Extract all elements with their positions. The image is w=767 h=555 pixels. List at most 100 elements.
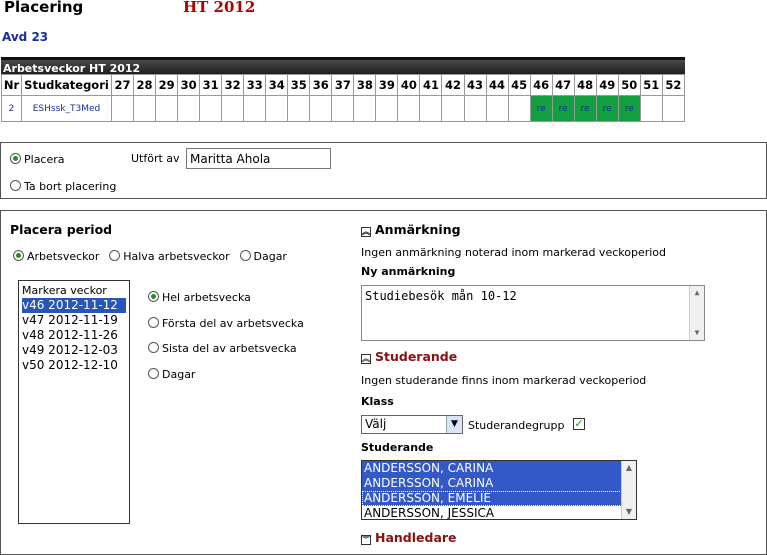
list-item[interactable]: v47 2012-11-19: [22, 313, 126, 328]
week-cell[interactable]: [441, 95, 465, 122]
expand-down-icon[interactable]: ︾: [361, 535, 371, 545]
week-cell[interactable]: [353, 95, 377, 122]
part-forsta[interactable]: Första del av arbetsvecka: [148, 311, 304, 337]
part-hel[interactable]: Hel arbetsvecka: [148, 285, 304, 311]
week-header: 33: [243, 74, 267, 96]
part-dagar[interactable]: Dagar: [148, 362, 304, 388]
week-cell[interactable]: re: [595, 95, 619, 122]
week-header: 38: [353, 74, 377, 96]
week-cell[interactable]: re: [573, 95, 597, 122]
students-header[interactable]: ︽ Studerande: [361, 349, 457, 364]
week-cell[interactable]: [331, 95, 355, 122]
week-cell[interactable]: [155, 95, 179, 122]
students-info: Ingen studerande finns inom markerad vec…: [361, 374, 647, 387]
remove-radio[interactable]: [10, 180, 21, 191]
page-title: Placering: [4, 0, 84, 16]
week-cell[interactable]: re: [551, 95, 575, 122]
table-row[interactable]: 2 ESHssk_T3Med re re re re re: [1, 95, 686, 122]
student-list[interactable]: ANDERSSON, CARINA ANDERSSON, CARINA ANDE…: [361, 460, 637, 520]
week-cell[interactable]: [463, 95, 487, 122]
week-header: 40: [397, 74, 421, 96]
textarea-scrollbar[interactable]: ▲ ▼: [689, 286, 704, 340]
class-select[interactable]: Välj ▼: [361, 415, 463, 434]
week-cell[interactable]: [507, 95, 531, 122]
week-header: 35: [287, 74, 311, 96]
week-header: 49: [595, 74, 619, 96]
place-radio[interactable]: [10, 153, 21, 164]
week-table-caption: Arbetsveckor HT 2012: [1, 57, 685, 75]
week-cell[interactable]: [661, 95, 686, 122]
week-cell[interactable]: [133, 95, 157, 122]
week-header: 41: [419, 74, 443, 96]
performed-by-label: Utfört av: [131, 152, 180, 165]
supervisor-header[interactable]: ︾ Handledare: [361, 530, 457, 545]
week-list[interactable]: Markera veckor v46 2012-11-12 v47 2012-1…: [18, 280, 130, 524]
week-cell[interactable]: [221, 95, 245, 122]
week-header: 47: [551, 74, 575, 96]
week-cell[interactable]: [199, 95, 223, 122]
remove-option[interactable]: Ta bort placering: [10, 179, 116, 193]
term-label: HT 2012: [183, 0, 256, 16]
sista-radio[interactable]: [148, 342, 159, 353]
row-nr: 2: [1, 95, 22, 122]
week-cell[interactable]: [397, 95, 421, 122]
forsta-radio[interactable]: [148, 316, 159, 328]
week-cell[interactable]: [265, 95, 289, 122]
list-item[interactable]: ANDERSSON, JESSICA: [362, 506, 636, 519]
performed-by-input[interactable]: [186, 148, 331, 169]
week-cell[interactable]: re: [529, 95, 553, 122]
week-header: 37: [331, 74, 355, 96]
arbetsveckor-radio[interactable]: [13, 250, 24, 261]
week-header: 29: [155, 74, 179, 96]
week-cell[interactable]: re: [617, 95, 641, 122]
list-item[interactable]: v48 2012-11-26: [22, 328, 126, 343]
list-item[interactable]: ANDERSSON, CARINA: [362, 461, 636, 476]
option-arbetsveckor[interactable]: Arbetsveckor: [13, 249, 99, 263]
part-sista[interactable]: Sista del av arbetsvecka: [148, 336, 304, 362]
list-item[interactable]: v50 2012-12-10: [22, 358, 126, 373]
week-cell[interactable]: [419, 95, 443, 122]
remark-header[interactable]: ︽ Anmärkning: [361, 222, 461, 237]
chevron-down-icon[interactable]: ▼: [446, 416, 462, 433]
department-label: Avd 23: [2, 30, 49, 44]
week-cell[interactable]: [485, 95, 509, 122]
scroll-up-icon[interactable]: ▲: [690, 286, 704, 300]
week-cell[interactable]: [639, 95, 663, 122]
collapse-up-icon[interactable]: ︽: [361, 354, 371, 364]
hel-radio[interactable]: [148, 291, 159, 302]
week-cell[interactable]: [287, 95, 311, 122]
list-item[interactable]: ANDERSSON, EMELIE: [362, 491, 636, 506]
remark-info: Ingen anmärkning noterad inom markerad v…: [361, 246, 667, 259]
week-cell[interactable]: [375, 95, 399, 122]
week-header: 45: [507, 74, 531, 96]
scroll-down-icon[interactable]: ▼: [690, 326, 704, 340]
week-header: 42: [441, 74, 465, 96]
student-list-scrollbar[interactable]: ▲ ▼: [621, 461, 636, 519]
option-halva[interactable]: Halva arbetsveckor: [109, 249, 230, 263]
dagar-radio[interactable]: [239, 250, 251, 261]
part-dagar-radio[interactable]: [148, 367, 159, 379]
week-header: 48: [573, 74, 597, 96]
list-item[interactable]: ANDERSSON, CARINA: [362, 476, 636, 491]
week-header: 44: [485, 74, 509, 96]
place-option[interactable]: Placera: [10, 152, 65, 166]
list-item[interactable]: v49 2012-12-03: [22, 343, 126, 358]
week-cell[interactable]: [177, 95, 201, 122]
option-dagar[interactable]: Dagar: [239, 249, 287, 263]
week-cell[interactable]: [243, 95, 267, 122]
week-header: 36: [309, 74, 333, 96]
new-remark-textarea[interactable]: Studiebesök mån 10-12 ▲ ▼: [361, 285, 705, 341]
list-item[interactable]: v46 2012-11-12: [22, 298, 126, 313]
week-cell[interactable]: [110, 95, 135, 122]
placement-marker: re: [601, 103, 613, 114]
scroll-down-icon[interactable]: ▼: [622, 505, 636, 519]
row-category[interactable]: ESHssk_T3Med: [21, 95, 112, 122]
scroll-up-icon[interactable]: ▲: [622, 461, 636, 475]
week-header: 50: [617, 74, 641, 96]
halva-radio[interactable]: [109, 250, 121, 261]
week-table: Arbetsveckor HT 2012 Nr Studkategori 27 2…: [1, 57, 686, 122]
week-header: 39: [375, 74, 399, 96]
student-group-checkbox[interactable]: ✓: [573, 418, 585, 430]
collapse-up-icon[interactable]: ︽: [361, 227, 371, 237]
week-cell[interactable]: [309, 95, 333, 122]
